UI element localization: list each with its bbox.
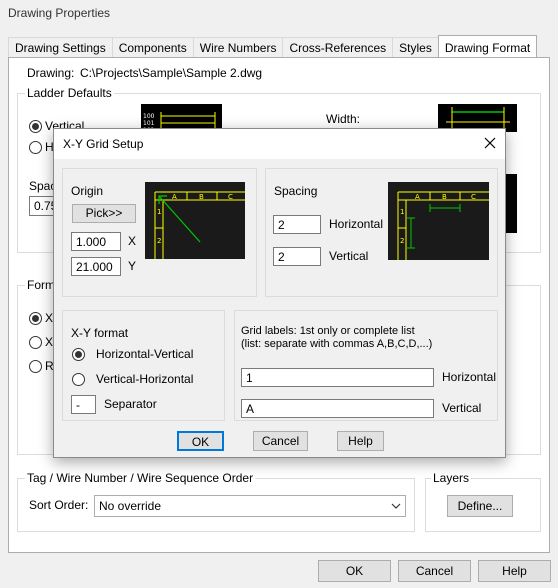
vertical-horizontal-radio[interactable] (72, 373, 85, 386)
dialog-ok-button[interactable]: OK (177, 431, 224, 451)
grid-labels-description-1: Grid labels: 1st only or complete list (241, 325, 415, 337)
spacing-preview-image: A B C 1 2 (388, 182, 489, 260)
spacing-label: Spacing (274, 184, 318, 198)
grid-labels-vertical-input[interactable]: A (241, 399, 434, 418)
origin-y-label: Y (128, 259, 137, 273)
horizontal-vertical-label: Horizontal-Vertical (96, 347, 194, 361)
spacing-grid-letter-c: C (471, 193, 476, 201)
drawing-path: C:\Projects\Sample\Sample 2.dwg (80, 66, 263, 80)
thumb-number-101: 101 (143, 120, 155, 127)
window-title: Drawing Properties (8, 6, 111, 20)
define-layers-button[interactable]: Define... (447, 495, 513, 517)
origin-grid-number-2: 2 (157, 237, 161, 245)
tab-cross-references[interactable]: Cross-References (282, 37, 394, 58)
ladder-horizontal-radio[interactable] (29, 141, 42, 154)
separator-input[interactable]: - (71, 395, 96, 414)
spacing-horizontal-label: Horizontal (329, 217, 384, 231)
format-radio-1[interactable] (29, 312, 42, 325)
tab-drawing-settings[interactable]: Drawing Settings (8, 37, 113, 58)
dialog-help-button[interactable]: Help (337, 431, 384, 451)
close-icon[interactable] (484, 137, 496, 149)
dialog-cancel-button[interactable]: Cancel (253, 431, 308, 451)
ladder-vertical-radio[interactable] (29, 120, 42, 133)
origin-grid-letter-c: C (228, 193, 233, 201)
grid-labels-description-2: (list: separate with commas A,B,C,D,...) (241, 338, 433, 350)
origin-y-input[interactable]: 21.000 (71, 257, 121, 276)
pick-button[interactable]: Pick>> (72, 204, 136, 223)
origin-grid-letter-a: A (172, 193, 177, 201)
tag-order-label: Tag / Wire Number / Wire Sequence Order (25, 471, 256, 485)
sort-order-select[interactable]: No override (94, 495, 406, 517)
layers-label: Layers (431, 471, 472, 485)
format-radio-2[interactable] (29, 336, 42, 349)
dialog-title: X-Y Grid Setup (63, 137, 144, 151)
xy-format-label: X-Y format (71, 326, 129, 340)
sort-order-value: No override (99, 499, 162, 513)
cancel-button[interactable]: Cancel (398, 560, 471, 582)
origin-x-input[interactable]: 1.000 (71, 232, 121, 251)
spacing-horizontal-input[interactable]: 2 (273, 215, 321, 234)
horizontal-vertical-radio[interactable] (72, 348, 85, 361)
tab-styles[interactable]: Styles (392, 37, 439, 58)
spacing-grid-letter-b: B (442, 193, 447, 201)
ladder-width-label: Width: (326, 112, 361, 126)
origin-grid-number-1: 1 (157, 208, 161, 216)
tab-strip: Drawing Settings Components Wire Numbers… (8, 35, 538, 58)
spacing-vertical-label: Vertical (329, 249, 369, 263)
drawing-label: Drawing: (27, 66, 75, 80)
spacing-grid-number-2: 2 (400, 237, 404, 245)
origin-x-label: X (128, 234, 137, 248)
ok-button[interactable]: OK (318, 560, 391, 582)
format-radio-2-label: X (45, 335, 54, 349)
vertical-horizontal-label: Vertical-Horizontal (96, 372, 194, 386)
spacing-grid-letter-a: A (415, 193, 420, 201)
grid-labels-horizontal-input[interactable]: 1 (241, 368, 434, 387)
grid-labels-vertical-label: Vertical (442, 401, 482, 415)
grid-labels-horizontal-label: Horizontal (442, 370, 497, 384)
xy-grid-setup-dialog: X-Y Grid Setup Origin Pick>> 1.000 X 21.… (53, 128, 506, 458)
thumb-number-100: 100 (143, 113, 155, 120)
separator-label: Separator (104, 397, 157, 411)
chevron-down-icon (391, 503, 401, 509)
spacing-vertical-input[interactable]: 2 (273, 247, 321, 266)
origin-label: Origin (71, 184, 104, 198)
origin-preview-image: A B C 1 2 (145, 182, 245, 259)
ladder-defaults-label: Ladder Defaults (25, 86, 114, 100)
tab-wire-numbers[interactable]: Wire Numbers (192, 37, 284, 58)
format-radio-3[interactable] (29, 360, 42, 373)
tab-drawing-format[interactable]: Drawing Format (437, 35, 538, 58)
sort-order-label: Sort Order: (29, 498, 89, 512)
tab-components[interactable]: Components (111, 37, 194, 58)
help-button[interactable]: Help (478, 560, 551, 582)
spacing-grid-number-1: 1 (400, 208, 404, 216)
origin-grid-letter-b: B (199, 193, 204, 201)
